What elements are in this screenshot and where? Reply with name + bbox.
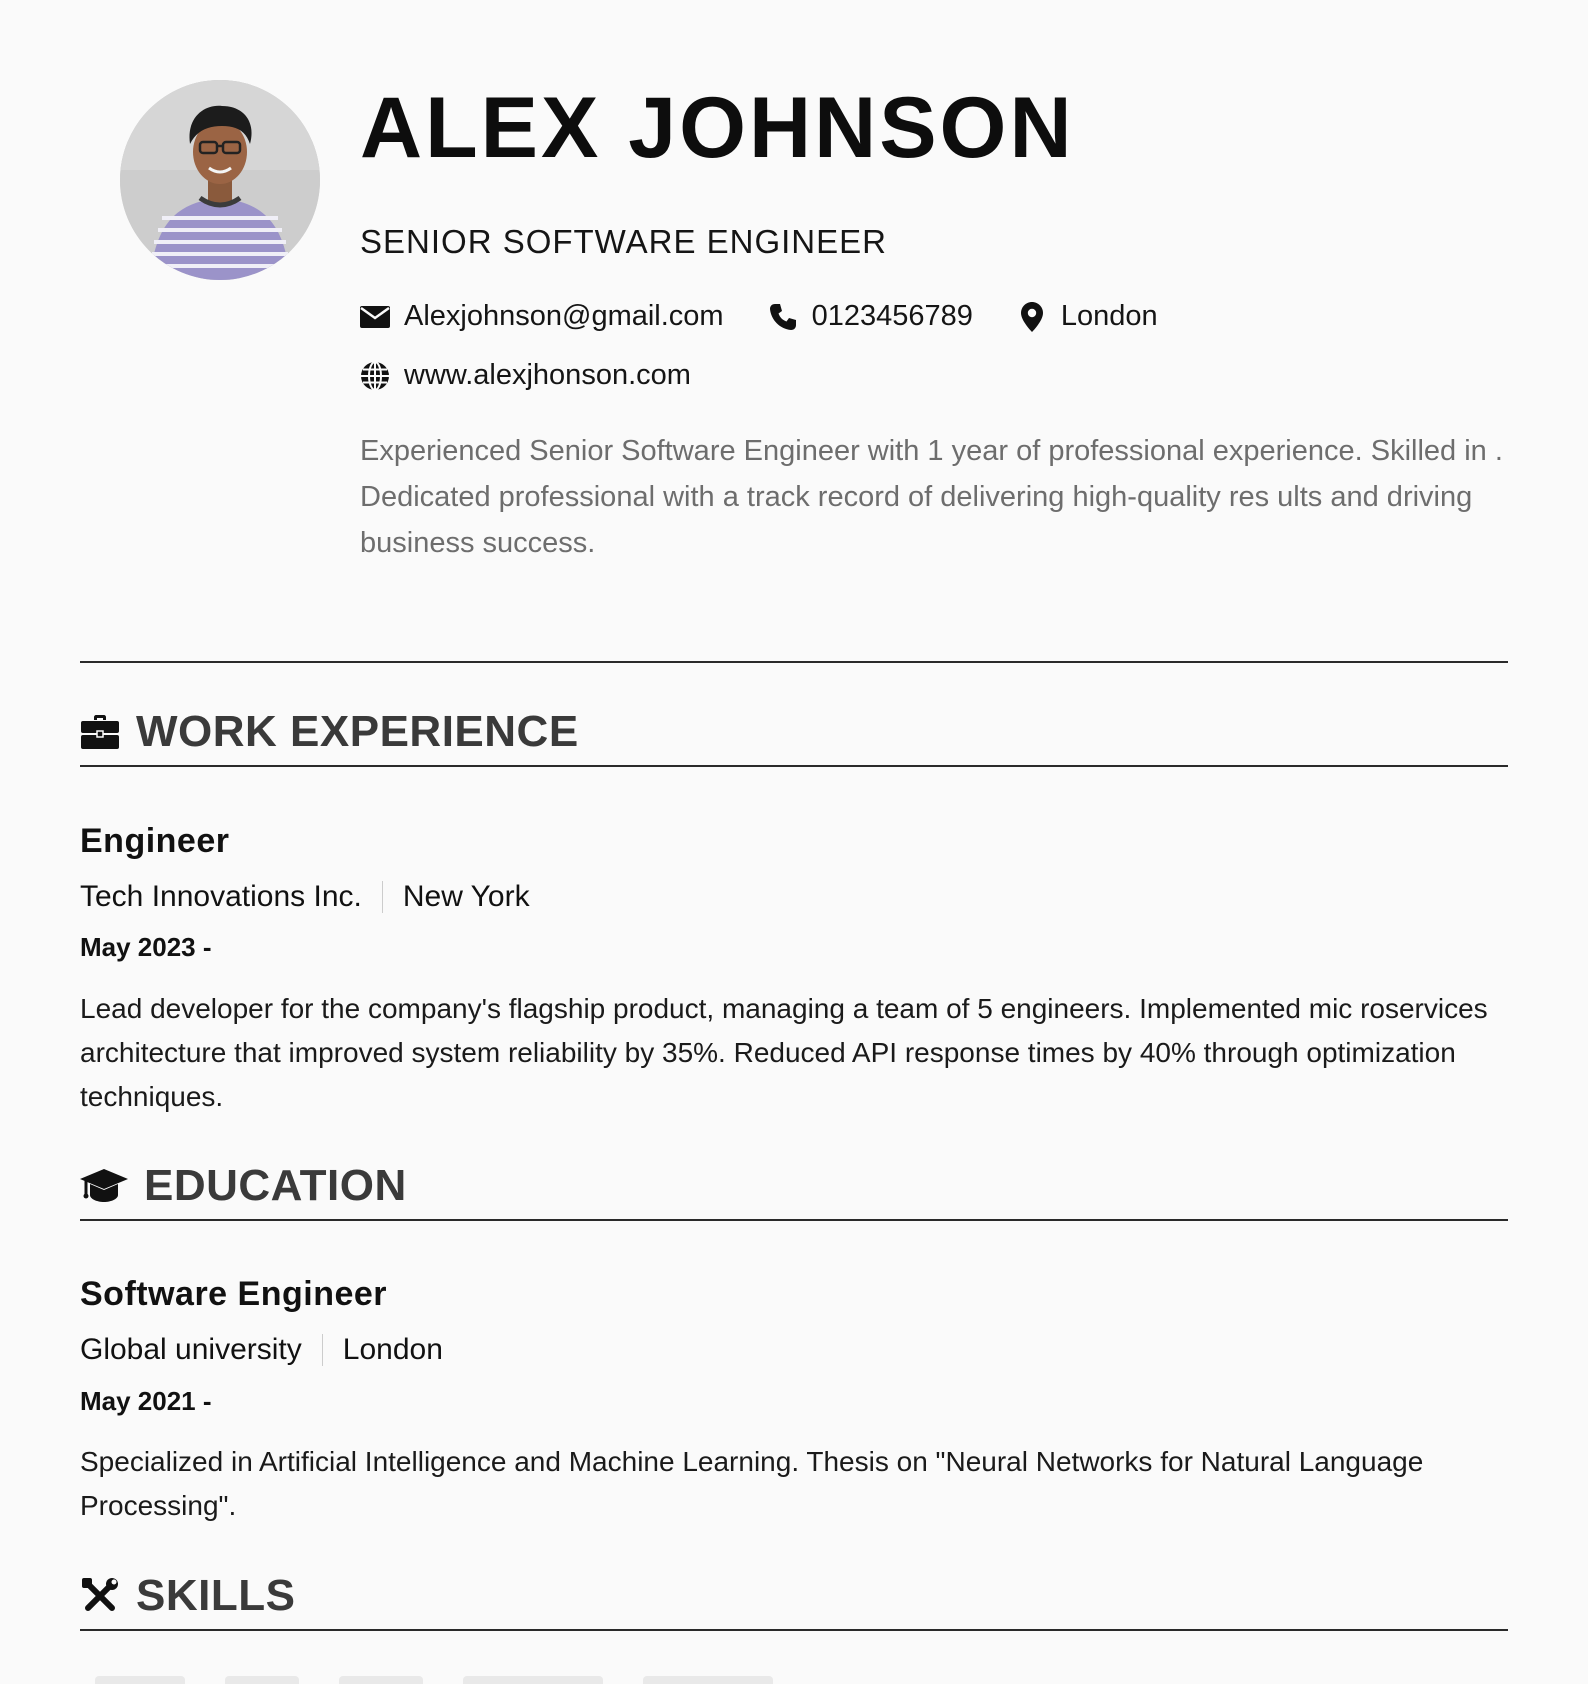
section-divider xyxy=(80,765,1508,767)
contact-row: Alexjohnson@gmail.com 0123456789 London xyxy=(360,300,1202,333)
avatar xyxy=(120,80,320,280)
map-pin-icon xyxy=(1017,301,1047,332)
job-title: SENIOR SOFTWARE ENGINEER xyxy=(360,223,887,260)
phone-icon xyxy=(768,302,798,332)
work-experience-heading: WORK EXPERIENCE xyxy=(80,706,579,758)
work-location: New York xyxy=(402,880,530,913)
contact-website[interactable]: www.alexjhonson.com xyxy=(360,359,691,392)
skill-list xyxy=(95,1676,813,1684)
work-entry-description: Lead developer for the company's flagshi… xyxy=(80,993,1488,1112)
education-heading: EDUCATION xyxy=(80,1160,407,1212)
meta-separator xyxy=(321,1334,323,1366)
skill-chip xyxy=(95,1676,185,1684)
skill-chip xyxy=(339,1676,423,1684)
phone-text: 0123456789 xyxy=(811,300,973,332)
section-divider xyxy=(80,1629,1508,1631)
skill-chip xyxy=(463,1676,603,1684)
website-text: www.alexjhonson.com xyxy=(404,359,691,391)
education-entry-meta: Global university London xyxy=(80,1333,443,1367)
candidate-name: ALEX JOHNSON xyxy=(360,80,1075,176)
skill-chip xyxy=(225,1676,299,1684)
tools-icon xyxy=(80,1576,120,1616)
contact-row: www.alexjhonson.com xyxy=(360,359,735,392)
skills-heading: SKILLS xyxy=(80,1570,295,1622)
envelope-icon xyxy=(360,302,390,332)
profile-summary: Experienced Senior Software Engineer wit… xyxy=(360,435,1503,559)
email-text: Alexjohnson@gmail.com xyxy=(404,300,724,332)
contact-phone[interactable]: 0123456789 xyxy=(768,300,973,333)
work-entry-meta: Tech Innovations Inc. New York xyxy=(80,880,530,914)
header-divider xyxy=(80,661,1508,663)
education-entry-title: Software Engineer xyxy=(80,1275,388,1313)
meta-separator xyxy=(381,881,383,913)
profile-photo xyxy=(120,80,320,280)
skill-chip xyxy=(643,1676,773,1684)
education-location: London xyxy=(342,1333,443,1366)
education-entry-description: Specialized in Artificial Intelligence a… xyxy=(80,1446,1424,1521)
location-text: London xyxy=(1060,300,1158,332)
section-divider xyxy=(80,1219,1508,1221)
section-title: SKILLS xyxy=(136,1571,296,1620)
institution-name: Global university xyxy=(80,1333,302,1366)
briefcase-icon xyxy=(80,712,120,752)
section-title: WORK EXPERIENCE xyxy=(136,707,579,756)
contact-email[interactable]: Alexjohnson@gmail.com xyxy=(360,300,724,333)
section-title: EDUCATION xyxy=(144,1161,407,1210)
globe-icon xyxy=(360,360,390,391)
contact-location: London xyxy=(1017,300,1158,333)
graduation-cap-icon xyxy=(80,1166,128,1206)
work-entry-date: May 2023 - xyxy=(80,932,212,962)
company-name: Tech Innovations Inc. xyxy=(80,880,362,913)
education-entry-date: May 2021 - xyxy=(80,1386,212,1416)
work-entry-title: Engineer xyxy=(80,822,230,860)
